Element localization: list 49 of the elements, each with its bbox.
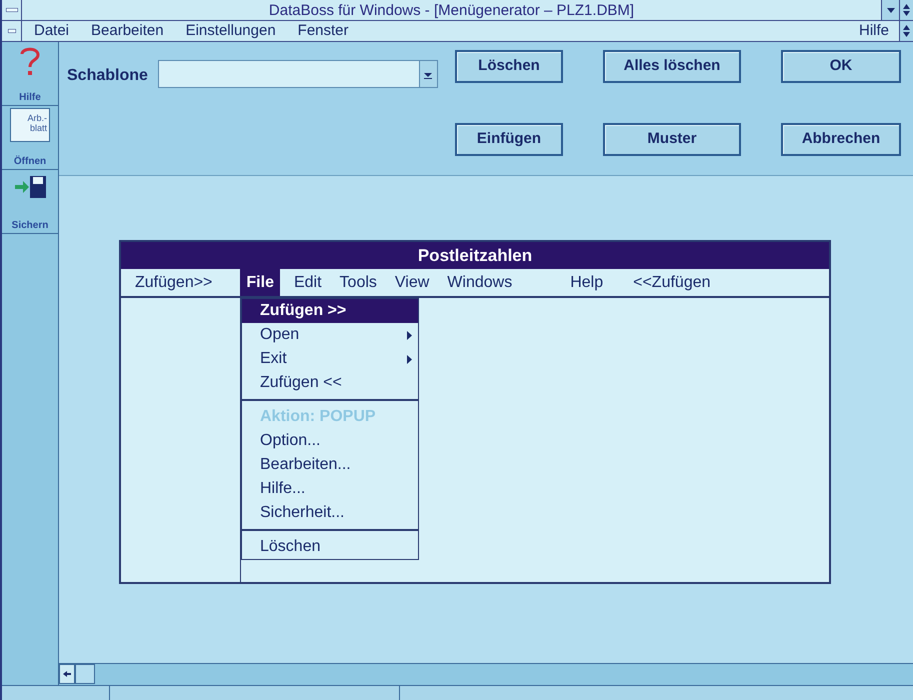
toolbar-label: Öffnen — [14, 156, 46, 168]
template-label: Schablone — [67, 66, 148, 86]
worksheet-icon[interactable]: Arb.-blatt — [10, 108, 50, 142]
preview-menu-item[interactable]: Tools — [336, 270, 381, 294]
restore-button[interactable] — [899, 21, 913, 41]
dropdown-item[interactable]: Option... — [242, 429, 418, 453]
dropdown-item[interactable]: Löschen — [242, 535, 418, 559]
menu-item[interactable]: Hilfe — [858, 20, 899, 42]
form-button[interactable]: Abbrechen — [781, 122, 901, 156]
preview-menu-item[interactable]: File — [240, 269, 280, 296]
dropdown-item[interactable]: Hilfe... — [242, 477, 418, 501]
menu-item[interactable]: Datei — [34, 20, 70, 42]
form-button[interactable]: Löschen — [455, 50, 563, 83]
preview-menu-item[interactable]: Windows — [443, 270, 516, 294]
dropdown-item[interactable]: Exit — [242, 347, 418, 371]
form-button[interactable]: Alles löschen — [603, 50, 741, 83]
left-arrow-icon — [63, 671, 71, 677]
form-button[interactable]: Muster — [603, 122, 741, 156]
dropdown-item[interactable]: Sicherheit... — [242, 501, 418, 525]
preview-menu-item[interactable]: Help — [566, 270, 608, 294]
dropdown-item[interactable]: Zufügen >> — [242, 299, 418, 323]
minus-icon — [8, 29, 16, 33]
menu-item[interactable]: Fenster — [298, 20, 349, 42]
preview-menu-item[interactable]: Zufügen>> — [131, 270, 216, 294]
up-down-arrow-icon — [903, 25, 910, 37]
minus-icon — [6, 8, 18, 12]
dropdown-item[interactable]: Bearbeiten... — [242, 453, 418, 477]
up-down-arrow-icon — [903, 4, 910, 16]
menu-item[interactable]: Einstellungen — [186, 20, 276, 42]
toolbar-label: Sichern — [12, 220, 48, 232]
dropdown-item: Aktion: POPUP — [259, 407, 377, 427]
window-title: DataBoss für Windows - [Menügenerator – PLZ1.DBM] — [268, 2, 636, 18]
preview-menu-item[interactable]: View — [390, 270, 434, 294]
minimize-button[interactable] — [881, 0, 899, 20]
submenu-arrow-icon — [407, 354, 412, 364]
scroll-left-button[interactable] — [59, 664, 75, 684]
preview-menu-item[interactable]: Edit — [290, 270, 326, 294]
dropdown-item[interactable]: Open — [242, 323, 418, 347]
menu-item[interactable]: Bearbeiten — [91, 20, 164, 42]
preview-menu-item[interactable]: <<Zufügen — [629, 270, 715, 294]
scroll-thumb[interactable] — [75, 664, 95, 684]
submenu-arrow-icon — [407, 330, 412, 340]
form-button[interactable]: OK — [781, 50, 901, 83]
dropdown-item[interactable]: Zufügen << — [242, 371, 418, 395]
toolbar-label: Hilfe — [19, 92, 41, 104]
form-button[interactable]: Einfügen — [455, 122, 563, 156]
restore-button[interactable] — [899, 0, 913, 20]
down-arrow-icon — [886, 8, 894, 12]
preview-title-bar: Postleitzahlen — [121, 242, 829, 269]
